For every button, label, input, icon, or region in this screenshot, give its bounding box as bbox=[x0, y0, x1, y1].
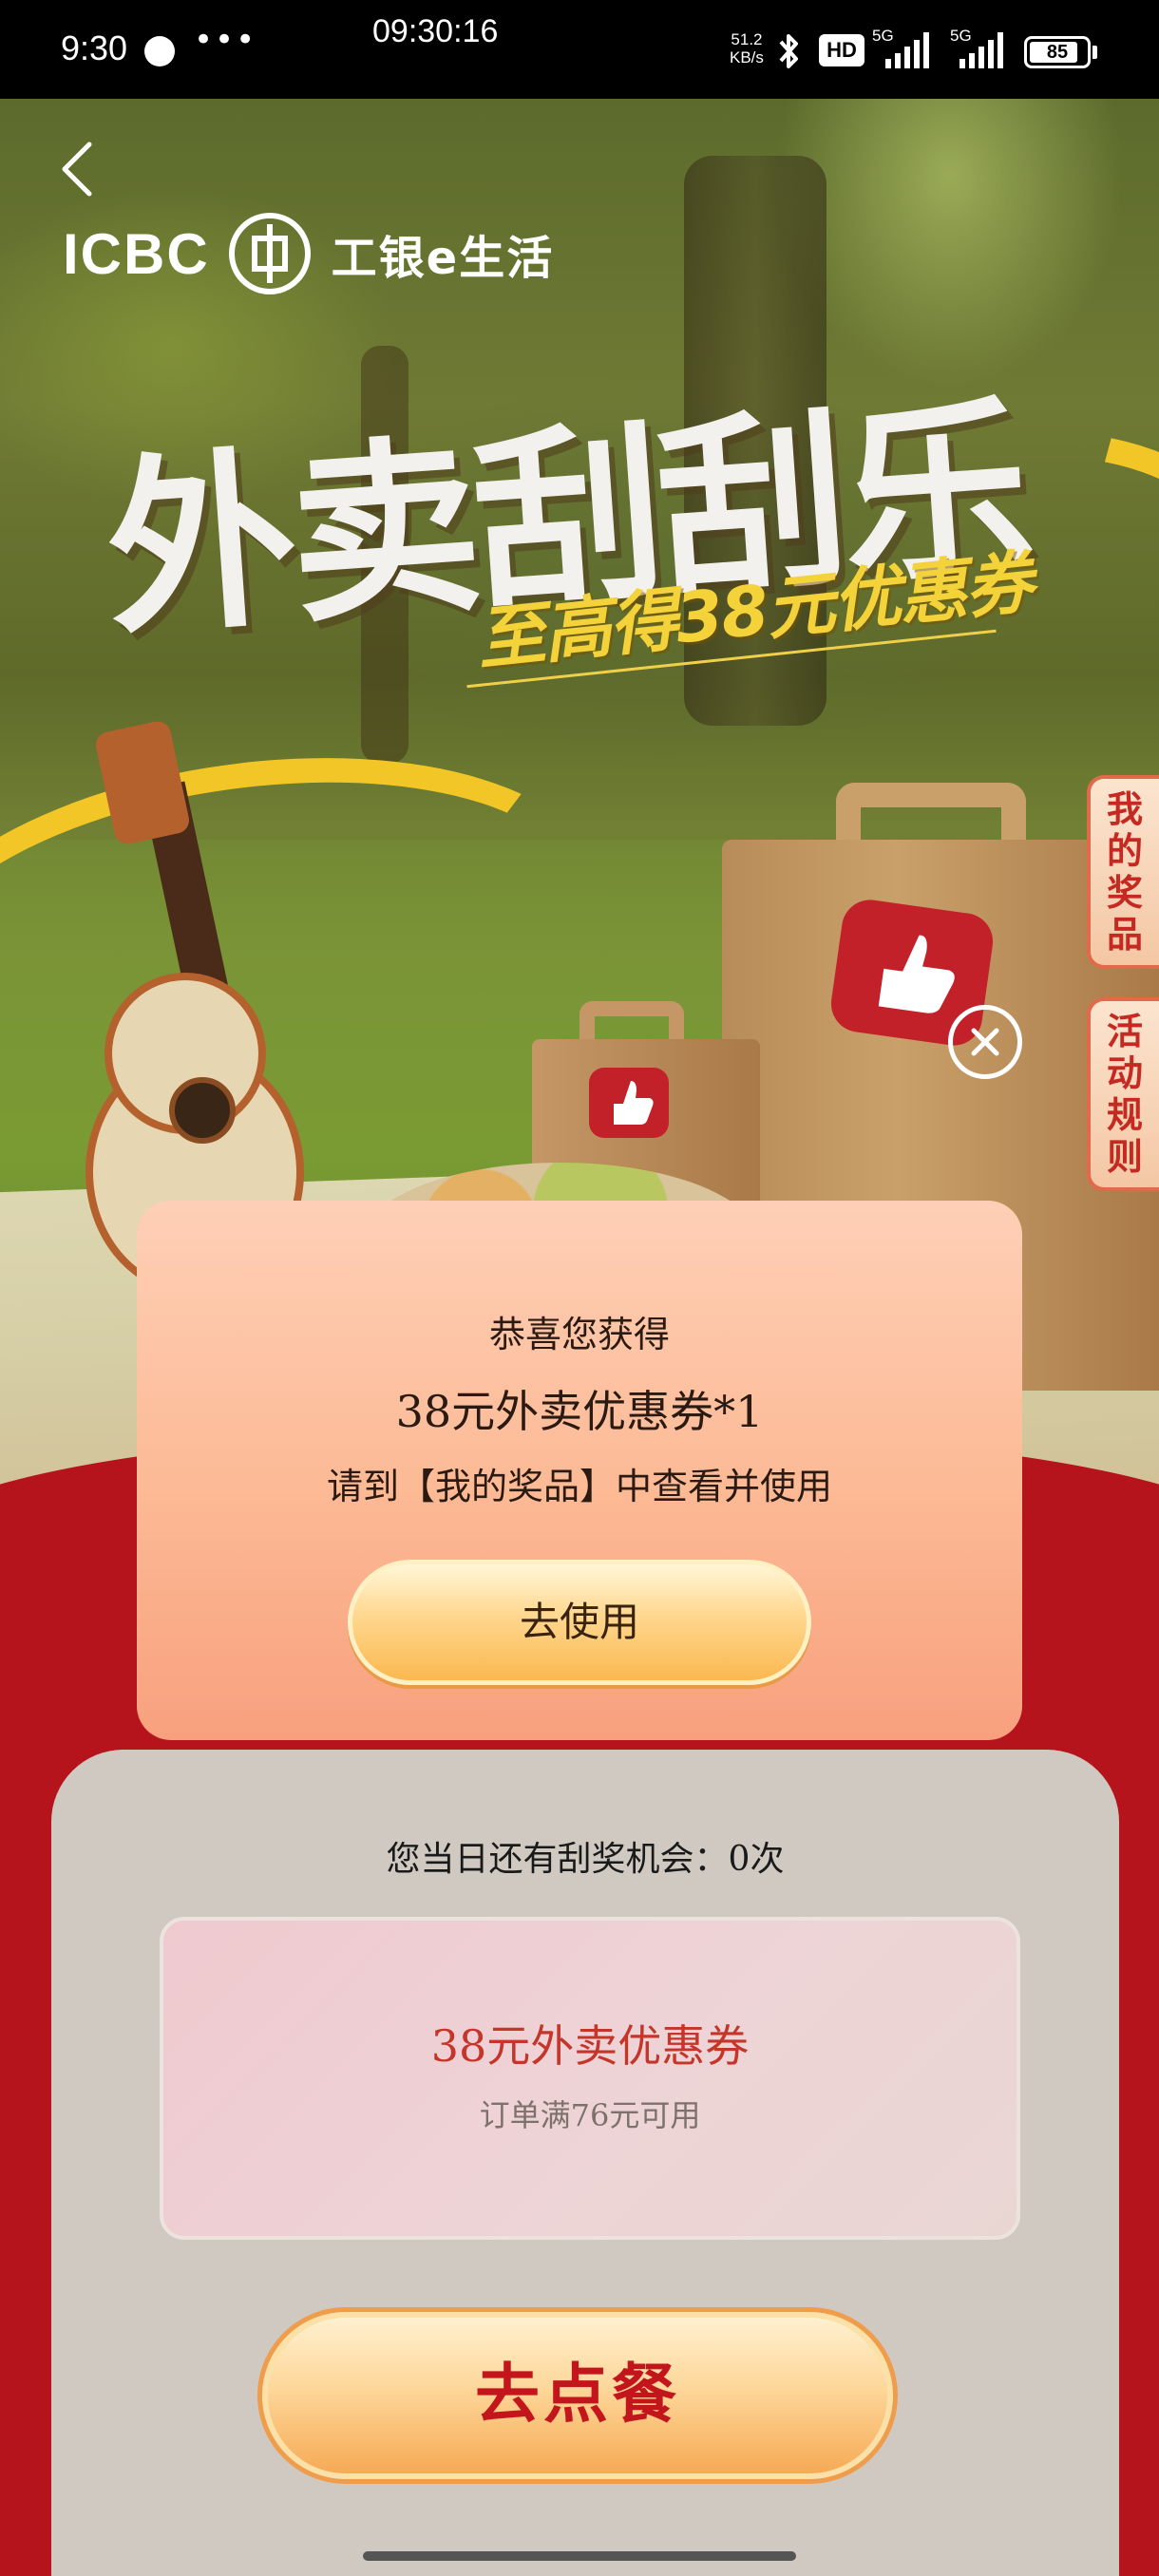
close-icon bbox=[971, 1028, 999, 1056]
signal-strength-icon bbox=[885, 32, 929, 68]
remaining-chances: 您当日还有刮奖机会：0次 bbox=[386, 1840, 785, 1879]
network-speed-unit: KB/s bbox=[730, 48, 764, 66]
close-popup-button[interactable] bbox=[948, 1005, 1022, 1079]
logo-text-en: ICBC bbox=[63, 221, 210, 286]
hd-voice-icon: HD bbox=[819, 34, 864, 66]
battery-level: 85 bbox=[1046, 42, 1069, 63]
status-time: 9:30 bbox=[61, 28, 128, 67]
more-notifications-icon: ••• bbox=[194, 21, 257, 59]
thumbs-up-logo-icon-2 bbox=[589, 1068, 669, 1138]
icbc-emblem-icon bbox=[228, 213, 311, 294]
popup-prize-text: 38元外卖优惠券*1 bbox=[395, 1386, 764, 1437]
rules-tab[interactable]: 活动规则 bbox=[1087, 997, 1159, 1191]
prize-popup: 恭喜您获得 38元外卖优惠券*1 请到【我的奖品】中查看并使用 去使用 bbox=[137, 1201, 1022, 1740]
signal-strength-icon-2 bbox=[960, 32, 1003, 68]
my-prizes-tab-label: 我的奖品 bbox=[1106, 788, 1143, 956]
rules-tab-label: 活动规则 bbox=[1106, 1011, 1143, 1178]
coupon-title: 38元外卖优惠券 bbox=[430, 2020, 750, 2072]
coupon-condition: 订单满76元可用 bbox=[479, 2097, 701, 2133]
home-indicator[interactable] bbox=[363, 2551, 796, 2561]
logo-text-cn: 工银e生活 bbox=[331, 232, 555, 285]
network-speed-value: 51.2 bbox=[731, 30, 763, 48]
status-clock: 09:30:16 bbox=[372, 13, 499, 49]
notification-icon bbox=[144, 36, 175, 66]
my-prizes-tab[interactable]: 我的奖品 bbox=[1087, 775, 1159, 969]
popup-hint-text: 请到【我的奖品】中查看并使用 bbox=[326, 1466, 832, 1507]
use-coupon-button[interactable]: 去使用 bbox=[348, 1560, 811, 1685]
scratch-panel: 您当日还有刮奖机会：0次 38元外卖优惠券 订单满76元可用 去点餐 bbox=[51, 1750, 1119, 2576]
battery-icon: 85 bbox=[1024, 36, 1091, 68]
back-arrow-icon[interactable] bbox=[57, 141, 99, 198]
order-food-button[interactable]: 去点餐 bbox=[262, 2312, 893, 2479]
ukulele-soundhole bbox=[169, 1077, 236, 1144]
coupon-card: 38元外卖优惠券 订单满76元可用 bbox=[160, 1917, 1020, 2240]
bluetooth-icon bbox=[779, 34, 798, 68]
battery-tip bbox=[1092, 46, 1097, 59]
status-bar: 9:30 ••• 09:30:16 51.2 KB/s HD 5G 5G 85 bbox=[0, 0, 1159, 99]
network-speed: 51.2 KB/s bbox=[730, 30, 764, 66]
icbc-logo: ICBC 工银e生活 bbox=[63, 213, 554, 294]
popup-congrats-text: 恭喜您获得 bbox=[488, 1314, 670, 1355]
